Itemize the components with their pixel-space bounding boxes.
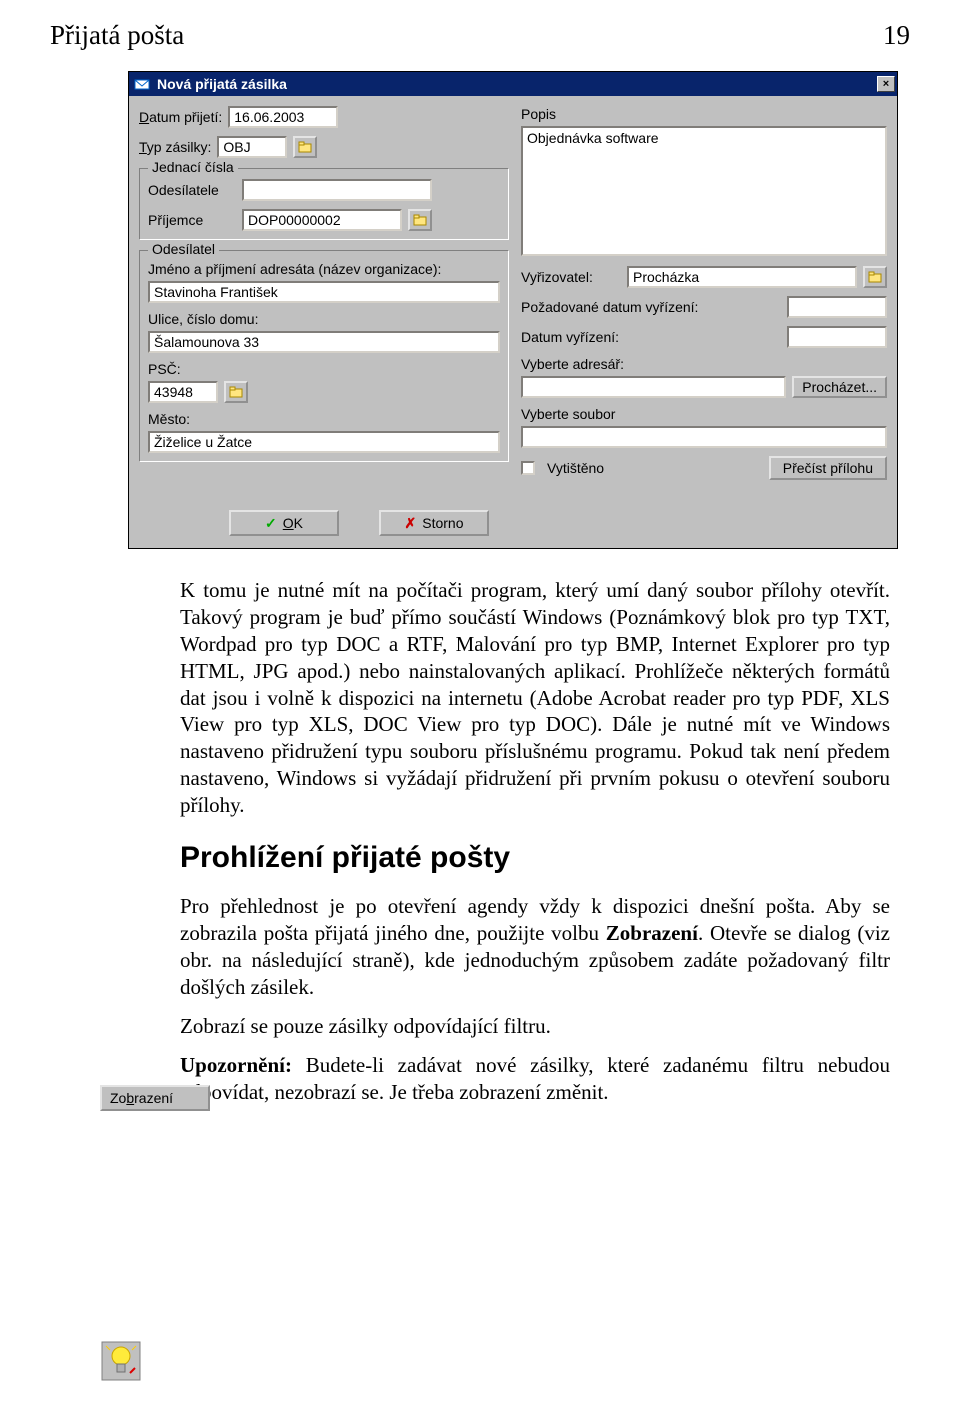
popis-label: Popis: [521, 106, 887, 122]
pozadovane-label: Požadované datum vyřízení:: [521, 299, 698, 315]
browse-button[interactable]: Procházet...: [792, 376, 887, 398]
right-column: Popis Objednávka software Vyřizovatel: P…: [521, 106, 887, 488]
folder-icon: [868, 270, 882, 284]
paragraph-4: Upozornění: Budete-li zadávat nové zásil…: [180, 1052, 890, 1106]
titlebar: Nová přijatá zásilka ×: [129, 72, 897, 96]
read-attachment-button[interactable]: Přečíst přílohu: [769, 456, 887, 480]
psc-label: PSČ:: [148, 361, 500, 377]
psc-field[interactable]: 43948: [148, 381, 218, 403]
odesilatele-label: Odesílatele: [148, 182, 236, 198]
article-body: K tomu je nutné mít na počítači program,…: [180, 577, 890, 1105]
ok-button[interactable]: ✓ OK: [229, 510, 339, 536]
adresar-field[interactable]: [521, 376, 786, 398]
prijemce-lookup-button[interactable]: [408, 209, 432, 231]
odesilatel-groupbox: Odesílatel Jméno a příjmení adresáta (ná…: [139, 250, 509, 462]
vytisteno-checkbox[interactable]: [521, 461, 535, 475]
mail-icon: [133, 75, 151, 93]
datumvyrizeni-label: Datum vyřízení:: [521, 329, 619, 345]
zobrazeni-button[interactable]: Zobrazení: [100, 1085, 210, 1111]
jmeno-field[interactable]: Stavinoha František: [148, 281, 500, 303]
folder-icon: [298, 140, 312, 154]
soubor-field[interactable]: [521, 426, 887, 448]
paragraph-3: Zobrazí se pouze zásilky odpovídající fi…: [180, 1013, 890, 1040]
soubor-label: Vyberte soubor: [521, 406, 887, 422]
mesto-field[interactable]: Žiželice u Žatce: [148, 431, 500, 453]
vytisteno-label: Vytištěno: [547, 460, 604, 476]
folder-icon: [229, 385, 243, 399]
page-number: 19: [883, 20, 910, 51]
ulice-field[interactable]: Šalamounova 33: [148, 331, 500, 353]
type-label: Typ zásilky:: [139, 139, 211, 155]
datumvyrizeni-field[interactable]: [787, 326, 887, 348]
jmeno-label: Jméno a příjmení adresáta (název organiz…: [148, 261, 500, 277]
mesto-label: Město:: [148, 411, 500, 427]
vyrizovatel-lookup-button[interactable]: [863, 266, 887, 288]
section-heading: Prohlížení přijaté pošty: [180, 839, 890, 877]
popis-textarea[interactable]: Objednávka software: [521, 126, 887, 256]
jednaci-legend: Jednací čísla: [148, 159, 238, 175]
odesilatel-legend: Odesílatel: [148, 241, 219, 257]
pozadovane-field[interactable]: [787, 296, 887, 318]
jednaci-groupbox: Jednací čísla Odesílatele Příjemce DOP00…: [139, 168, 509, 240]
prijemce-field[interactable]: DOP00000002: [242, 209, 402, 231]
paragraph-2: Pro přehlednost je po otevření agendy vž…: [180, 893, 890, 1001]
folder-icon: [413, 213, 427, 227]
close-icon: ×: [883, 78, 889, 90]
vyrizovatel-label: Vyřizovatel:: [521, 269, 621, 285]
cross-icon: ✗: [405, 515, 417, 532]
prijemce-label: Příjemce: [148, 212, 236, 228]
check-icon: ✓: [265, 515, 277, 532]
paragraph-1: K tomu je nutné mít na počítači program,…: [180, 577, 890, 819]
type-field[interactable]: OBJ: [217, 136, 287, 158]
dialog-footer: ✓ OK ✗ Storno: [129, 500, 897, 548]
dialog-body: Datum přijetí: 16.06.2003 Typ zásilky: O…: [129, 96, 897, 500]
left-column: Datum přijetí: 16.06.2003 Typ zásilky: O…: [139, 106, 509, 488]
cancel-button[interactable]: ✗ Storno: [379, 510, 489, 536]
lightbulb-icon: [100, 1340, 142, 1382]
ulice-label: Ulice, číslo domu:: [148, 311, 500, 327]
date-label: Datum přijetí:: [139, 109, 222, 125]
psc-lookup-button[interactable]: [224, 381, 248, 403]
page-title: Přijatá pošta: [50, 20, 184, 51]
dialog-title: Nová přijatá zásilka: [157, 76, 877, 92]
vyrizovatel-field[interactable]: Procházka: [627, 266, 857, 288]
odesilatele-field[interactable]: [242, 179, 432, 201]
adresar-label: Vyberte adresář:: [521, 356, 887, 372]
date-field[interactable]: 16.06.2003: [228, 106, 338, 128]
type-lookup-button[interactable]: [293, 136, 317, 158]
page-header: Přijatá pošta 19: [50, 20, 910, 51]
dialog-window: Nová přijatá zásilka × Datum přijetí: 16…: [128, 71, 898, 549]
close-button[interactable]: ×: [877, 76, 895, 92]
